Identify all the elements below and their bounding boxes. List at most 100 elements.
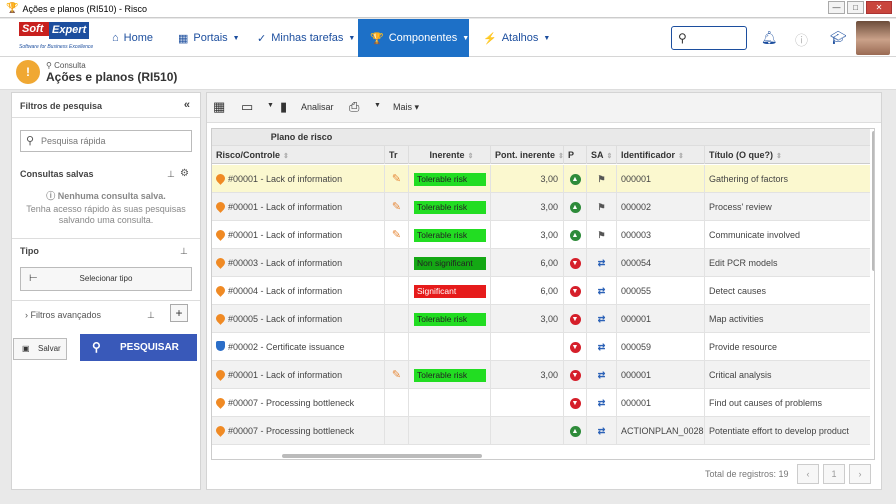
arrows-icon: ⇄: [597, 314, 606, 324]
cell-sa: ⇄: [587, 277, 617, 305]
close-button[interactable]: ✕: [866, 1, 892, 14]
nav-shortcuts[interactable]: ⚡ Atalhos ▼: [483, 19, 550, 57]
nav-components[interactable]: 🏆 Componentes ▼: [358, 19, 469, 57]
cell-inerente: Tolerable risk: [409, 165, 491, 193]
col-tr[interactable]: Tr: [385, 146, 409, 164]
col-score[interactable]: Pont. inerente ⇕: [491, 146, 564, 164]
table-row[interactable]: #00003 - Lack of information Non signific…: [212, 249, 870, 277]
pin-icon[interactable]: ⊥: [147, 310, 155, 321]
grid-group-header: Plano de risco: [212, 129, 870, 146]
cell-sa: ⚑: [587, 193, 617, 221]
saved-empty-text: Nenhuma consulta salva.: [57, 191, 166, 201]
risk-label: #00001 - Lack of information: [228, 370, 343, 380]
grid-view-icon[interactable]: ▦: [213, 99, 225, 115]
logo-part2: Expert: [49, 22, 90, 39]
saved-empty-title: ⓘ Nenhuma consulta salva.: [46, 191, 166, 201]
page-number[interactable]: 1: [823, 464, 845, 484]
collapse-icon[interactable]: «: [184, 99, 190, 111]
chevron-down-icon: ▼: [543, 34, 551, 42]
advanced-filters-toggle[interactable]: › Filtros avançados: [25, 310, 101, 320]
more-menu-button[interactable]: Mais ▾: [393, 102, 419, 113]
softexpert-logo[interactable]: Soft Expert Software for Business Excell…: [19, 22, 93, 54]
col-id[interactable]: Identificador ⇕: [617, 146, 705, 164]
cell-sa: ⚑: [587, 221, 617, 249]
pin-icon[interactable]: ⊥: [180, 246, 188, 257]
cell-sa: ⇄: [587, 305, 617, 333]
add-filter-button[interactable]: +: [170, 304, 188, 322]
table-row[interactable]: #00004 - Lack of information Significant 6…: [212, 277, 870, 305]
chevron-down-icon[interactable]: ▼: [374, 102, 381, 109]
floppy-icon: ▣: [22, 344, 30, 353]
col-inerente[interactable]: Inerente ⇕: [409, 146, 491, 164]
help-icon[interactable]: ⓘ: [795, 30, 808, 49]
cell-p: ▲: [564, 417, 587, 445]
user-avatar[interactable]: [856, 21, 890, 55]
table-row[interactable]: #00007 - Processing bottleneck ▼ ⇄ 000001 Fi…: [212, 389, 870, 417]
maximize-button[interactable]: □: [847, 1, 864, 14]
cell-score: [491, 389, 564, 417]
table-row[interactable]: #00005 - Lack of information Tolerable ri…: [212, 305, 870, 333]
select-type-button[interactable]: ⊢ Selecionar tipo: [20, 267, 192, 291]
horizontal-scrollbar[interactable]: [282, 454, 482, 458]
page-title: Ações e planos (RI510): [46, 70, 178, 84]
nav-portais[interactable]: ▦ Portais ▼: [178, 19, 240, 57]
nav-portais-label: Portais: [193, 32, 228, 44]
nav-home-label: Home: [123, 32, 153, 44]
table-row[interactable]: #00007 - Processing bottleneck ▲ ⇄ ACTIONPL…: [212, 417, 870, 445]
minimize-button[interactable]: —: [828, 1, 845, 14]
chevron-down-icon[interactable]: ▼: [267, 102, 274, 109]
risk-label: #00004 - Lack of information: [228, 286, 343, 296]
check-icon: ✓: [257, 32, 267, 45]
nav-home[interactable]: ⌂ Home: [112, 19, 153, 57]
search-button[interactable]: ⚲ PESQUISAR: [80, 334, 197, 361]
arrows-icon: ⇄: [597, 258, 606, 268]
analyze-button[interactable]: Analisar: [301, 102, 334, 112]
bar-chart-icon[interactable]: ▮: [280, 99, 287, 115]
table-row[interactable]: #00001 - Lack of information ✎ Tolerable r…: [212, 221, 870, 249]
cell-tr: [385, 305, 409, 333]
treatment-icon: ✎: [391, 229, 402, 241]
cell-p: ▼: [564, 389, 587, 417]
quick-search-input[interactable]: ⚲ Pesquisa rápida: [20, 130, 192, 152]
col-risk[interactable]: Risco/Controle ⇕: [212, 146, 385, 164]
search-icon: ⚲: [678, 31, 687, 45]
col-p[interactable]: P: [564, 146, 587, 164]
risk-label: #00005 - Lack of information: [228, 314, 343, 324]
cell-score: [491, 417, 564, 445]
cell-sa: ⇄: [587, 333, 617, 361]
table-row[interactable]: #00001 - Lack of information ✎ Tolerable r…: [212, 165, 870, 193]
printer-icon[interactable]: ⎙: [349, 99, 359, 115]
divider: [12, 300, 200, 301]
graduation-cap-icon[interactable]: 🎓︎: [830, 30, 847, 46]
table-row[interactable]: #00001 - Lack of information ✎ Tolerable r…: [212, 361, 870, 389]
bell-icon[interactable]: 🔔︎: [761, 30, 778, 46]
gear-icon[interactable]: ⚙: [180, 168, 189, 179]
cell-tr: [385, 389, 409, 417]
cell-score: 3,00: [491, 193, 564, 221]
cell-id: 000003: [617, 221, 705, 249]
table-row[interactable]: #00002 - Certificate issuance ▼ ⇄ 000059 Pro…: [212, 333, 870, 361]
col-title[interactable]: Título (O que?) ⇕: [705, 146, 870, 164]
table-row[interactable]: #00001 - Lack of information ✎ Tolerable r…: [212, 193, 870, 221]
risk-flame-icon: [214, 200, 227, 213]
save-button[interactable]: ▣ Salvar: [13, 338, 67, 360]
logo-tagline: Software for Business Excellence: [19, 44, 94, 50]
risk-label: #00001 - Lack of information: [228, 230, 343, 240]
global-search-input[interactable]: ⚲: [671, 26, 747, 50]
vertical-scrollbar[interactable]: [872, 131, 874, 271]
search-button-label: PESQUISAR: [120, 342, 179, 353]
cell-p: ▲: [564, 221, 587, 249]
prev-page-button[interactable]: ‹: [797, 464, 819, 484]
view-options-icon[interactable]: ▭: [241, 99, 253, 115]
nav-tasks[interactable]: ✓ Minhas tarefas ▼: [257, 19, 355, 57]
col-sa[interactable]: SA ⇕: [587, 146, 617, 164]
pin-icon[interactable]: ⊥: [167, 169, 175, 180]
chevron-down-icon: ▼: [462, 34, 470, 42]
risk-flame-icon: [214, 172, 227, 185]
next-page-button[interactable]: ›: [849, 464, 871, 484]
cell-inerente: Significant: [409, 277, 491, 305]
cell-tr: [385, 249, 409, 277]
breadcrumb-label: Consulta: [54, 61, 86, 70]
status-down-icon: ▼: [569, 314, 581, 326]
top-navbar: Soft Expert Software for Business Excell…: [0, 19, 896, 57]
